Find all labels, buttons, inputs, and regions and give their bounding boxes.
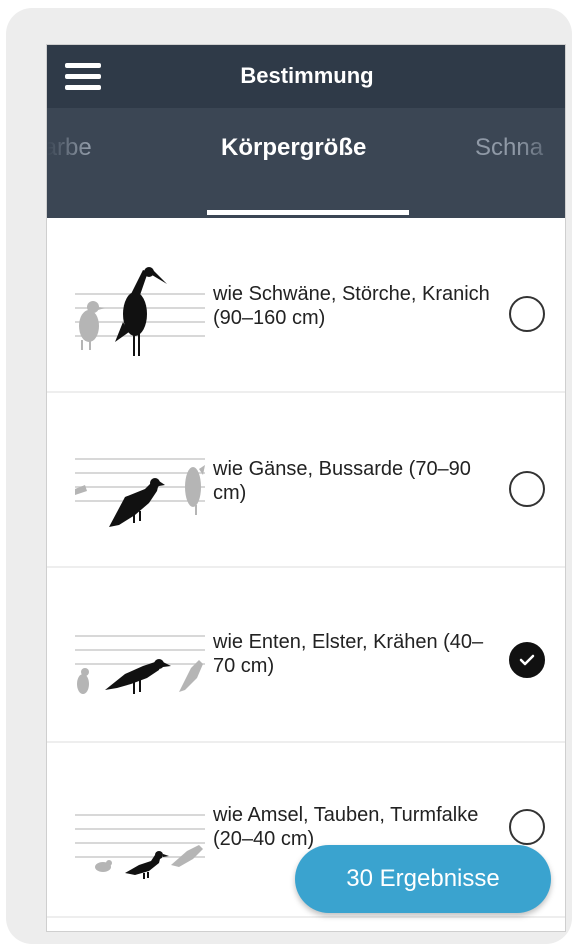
app-header: Bestimmung (47, 45, 565, 108)
radio-icon[interactable] (509, 809, 545, 845)
page-title: Bestimmung (240, 63, 374, 88)
radio-icon[interactable] (509, 471, 545, 507)
bird-size-illustration-medium-large (75, 458, 205, 527)
check-icon (519, 654, 535, 666)
size-option-label: wie Amsel, Tauben, Turmfalke (20–40 cm) (213, 804, 479, 850)
results-button[interactable]: 30 Ergebnisse (295, 845, 551, 913)
radio-icon[interactable] (509, 296, 545, 332)
app-screen: Bestimmung rfarbe Körpergröße Schna (46, 44, 566, 932)
tab-bar: rfarbe Körpergröße Schna (47, 108, 565, 218)
size-option-list: wie Schwäne, Störche, Kranich (90–160 cm… (47, 218, 565, 918)
size-option-label: wie Gänse, Bussarde (70–90 cm) (213, 458, 471, 504)
size-option-label: wie Schwäne, Störche, Kranich (90–160 cm… (213, 283, 490, 329)
tab-fade-left (47, 108, 87, 218)
size-option-medium-large[interactable]: wie Gänse, Bussarde (70–90 cm) (47, 393, 565, 568)
radio-icon-selected[interactable] (509, 642, 545, 678)
bird-size-illustration-medium (75, 635, 205, 694)
size-option-medium[interactable]: wie Enten, Elster, Krähen (40–70 cm) (47, 568, 565, 743)
active-tab-indicator (207, 210, 409, 215)
tab-fade-right (517, 108, 565, 218)
size-option-large[interactable]: wie Schwäne, Störche, Kranich (90–160 cm… (47, 218, 565, 393)
bird-size-illustration-small (75, 814, 205, 879)
size-option-label: wie Enten, Elster, Krähen (40–70 cm) (213, 631, 484, 677)
tab-body-size[interactable]: Körpergröße (221, 134, 366, 162)
bird-size-illustration-large (75, 267, 205, 356)
device-frame: Bestimmung rfarbe Körpergröße Schna (6, 8, 572, 944)
